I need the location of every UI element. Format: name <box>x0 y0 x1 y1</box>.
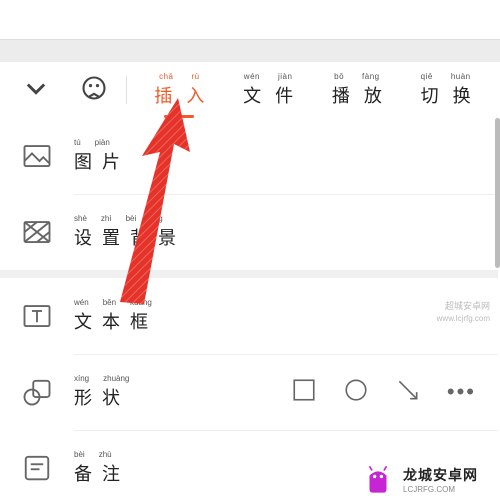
row-separator <box>74 430 498 431</box>
tab-transition[interactable]: qiēhuàn 切换 <box>421 72 471 108</box>
row-background[interactable]: shèzhìbèijǐng 设置背景 <box>0 194 498 270</box>
section-separator <box>0 270 498 278</box>
tab-bar: chārù 插入 wénjiàn 文件 bōfàng 播放 qiēhuàn 切换 <box>127 72 498 108</box>
tab-insert-label: 插入 <box>154 82 218 108</box>
assistant-face-icon[interactable] <box>80 74 108 107</box>
row-separator <box>74 354 498 355</box>
toolbar-left-group <box>0 74 108 107</box>
shape-icon <box>22 377 52 407</box>
row-shape-label: 形状 <box>74 384 139 410</box>
row-note-label: 备注 <box>74 460 130 486</box>
tab-insert[interactable]: chārù 插入 <box>154 72 204 108</box>
image-icon <box>22 141 52 171</box>
canvas-gap <box>0 40 500 62</box>
tab-play[interactable]: bōfàng 播放 <box>332 72 382 108</box>
note-icon <box>22 453 52 483</box>
row-textbox[interactable]: wénběnkuàng 文本框 <box>0 278 498 354</box>
row-separator <box>74 194 498 195</box>
logo-title: 龙城安卓网 <box>403 465 478 485</box>
shape-more-icon[interactable]: ••• <box>447 379 476 405</box>
shape-line-icon[interactable] <box>395 377 421 408</box>
shape-quick-tools: ••• <box>291 377 476 408</box>
row-image[interactable]: túpiàn 图片 <box>0 118 498 194</box>
app-root: chārù 插入 wénjiàn 文件 bōfàng 播放 qiēhuàn 切换 <box>0 0 500 500</box>
tab-play-label: 播放 <box>332 82 396 108</box>
row-background-label: 设置背景 <box>74 224 186 250</box>
tab-file[interactable]: wénjiàn 文件 <box>243 72 293 108</box>
watermark-text: 超城安卓网 www.lcjrfg.com <box>437 300 490 324</box>
tab-transition-label: 切换 <box>421 82 485 108</box>
row-shape[interactable]: xíngzhuàng 形状 ••• <box>0 354 498 430</box>
logo-url: LCJRFG.COM <box>403 485 478 494</box>
row-image-label: 图片 <box>74 148 130 174</box>
slide-canvas[interactable] <box>0 0 500 40</box>
collapse-panel-icon[interactable] <box>22 74 50 107</box>
background-icon <box>22 217 52 247</box>
site-logo: 龙城安卓网 LCJRFG.COM <box>361 462 478 496</box>
editor-toolbar: chārù 插入 wénjiàn 文件 bōfàng 播放 qiēhuàn 切换 <box>0 62 498 118</box>
row-textbox-label: 文本框 <box>74 308 162 334</box>
shape-circle-icon[interactable] <box>343 377 369 408</box>
android-logo-icon <box>361 462 395 496</box>
shape-square-icon[interactable] <box>291 377 317 408</box>
tab-file-label: 文件 <box>243 82 307 108</box>
textbox-icon <box>22 301 52 331</box>
insert-options-list: túpiàn 图片 shèzhìbèijǐng 设置背景 wénběnkuàng… <box>0 118 498 500</box>
scrollbar[interactable] <box>495 118 500 268</box>
